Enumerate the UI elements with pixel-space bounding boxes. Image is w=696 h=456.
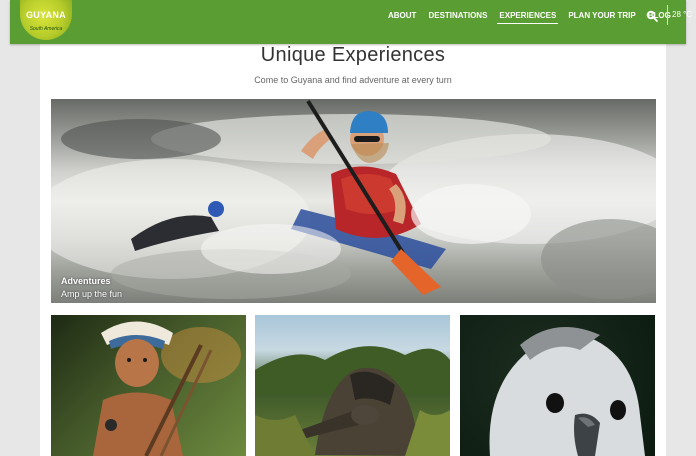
nav-item-experiences[interactable]: EXPERIENCES [497,7,559,24]
harpy-eagle-image [489,327,645,456]
experience-card-birds[interactable] [460,315,655,456]
search-icon[interactable] [646,9,658,22]
nav-divider [667,5,668,25]
kayak-rapids-image [51,99,656,299]
logo-text: GUYANA [26,10,66,20]
page-title: Unique Experiences [260,44,446,66]
main-menu: ABOUT DESTINATIONS EXPERIENCES PLAN YOUR… [386,0,681,30]
hero-subtitle: Amp up the fun [61,289,123,299]
logo-subtext: South America [29,26,63,32]
temperature-readout: 28 °C [672,10,693,19]
page-subtitle: Come to Guyana and find adventure at eve… [254,75,452,85]
child-headdress-image [93,321,241,456]
hero-title: Adventures [61,276,111,286]
top-navigation-bar: GUYANA South America ABOUT DESTINATIONS … [10,0,692,44]
hero-adventures-card[interactable]: Adventures Amp up the fun [51,99,656,303]
nav-item-destinations[interactable]: DESTINATIONS [426,7,489,24]
giant-anteater-image [255,346,450,456]
main-content: Unique Experiences Come to Guyana and fi… [40,44,666,456]
guyana-logo[interactable]: GUYANA South America [20,0,72,40]
nav-item-about[interactable]: ABOUT [386,7,418,24]
experience-card-culture[interactable] [51,315,246,456]
nav-item-plan-your-trip[interactable]: PLAN YOUR TRIP [566,7,637,24]
experience-card-wildlife[interactable] [255,315,450,456]
